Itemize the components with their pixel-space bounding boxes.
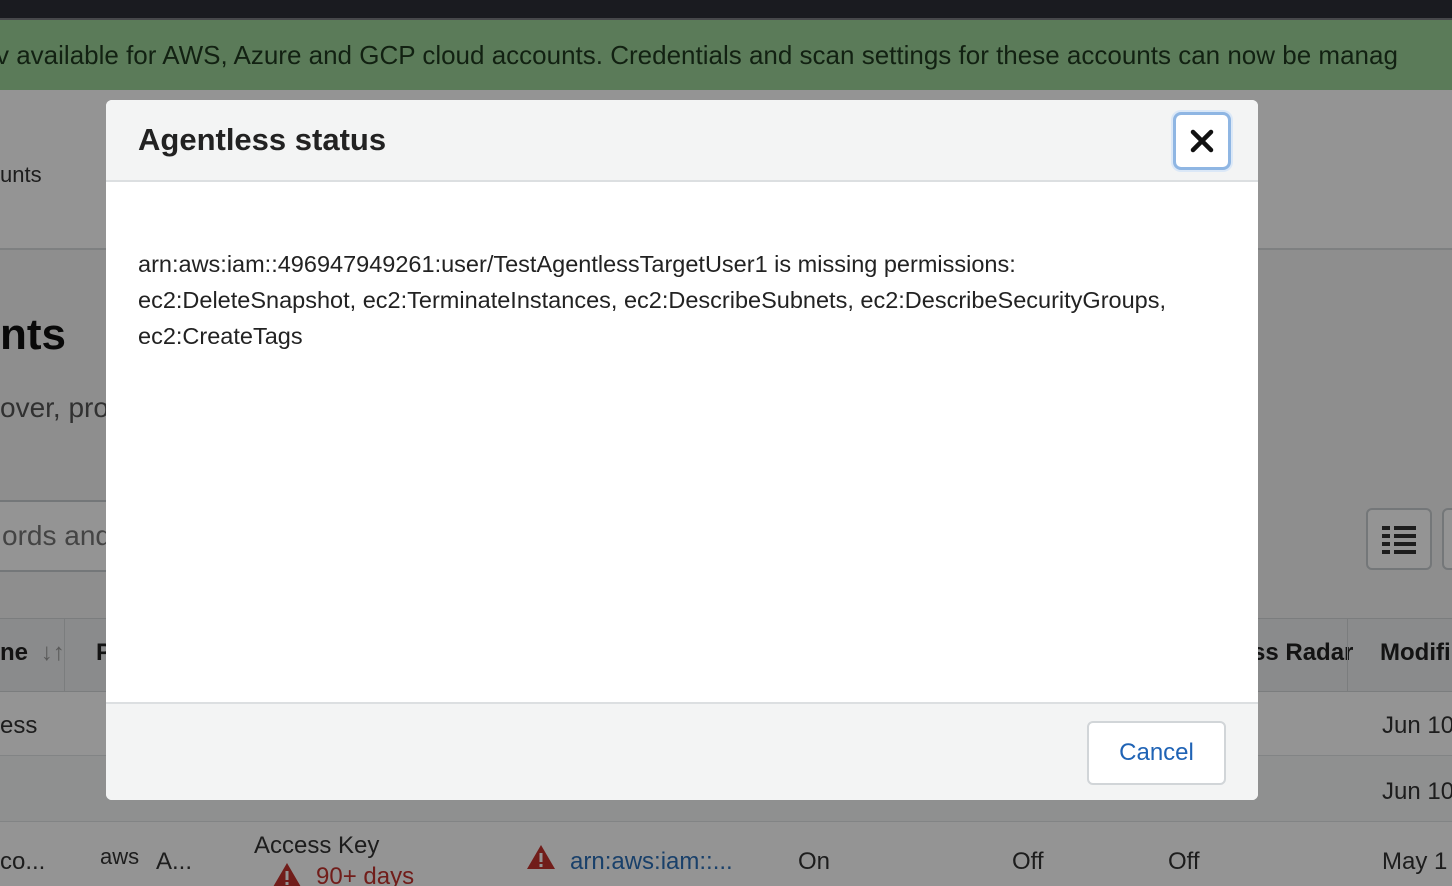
close-icon (1190, 129, 1214, 153)
missing-permissions-message: arn:aws:iam::496947949261:user/TestAgent… (138, 251, 1167, 349)
dialog-footer: Cancel (106, 702, 1258, 800)
dialog-title: Agentless status (138, 122, 387, 157)
dialog-body: arn:aws:iam::496947949261:user/TestAgent… (106, 182, 1258, 702)
cancel-button[interactable]: Cancel (1087, 721, 1226, 785)
close-button[interactable] (1173, 112, 1231, 170)
dialog-header: Agentless status (106, 100, 1258, 182)
agentless-status-dialog: Agentless status arn:aws:iam::4969479492… (106, 100, 1258, 800)
